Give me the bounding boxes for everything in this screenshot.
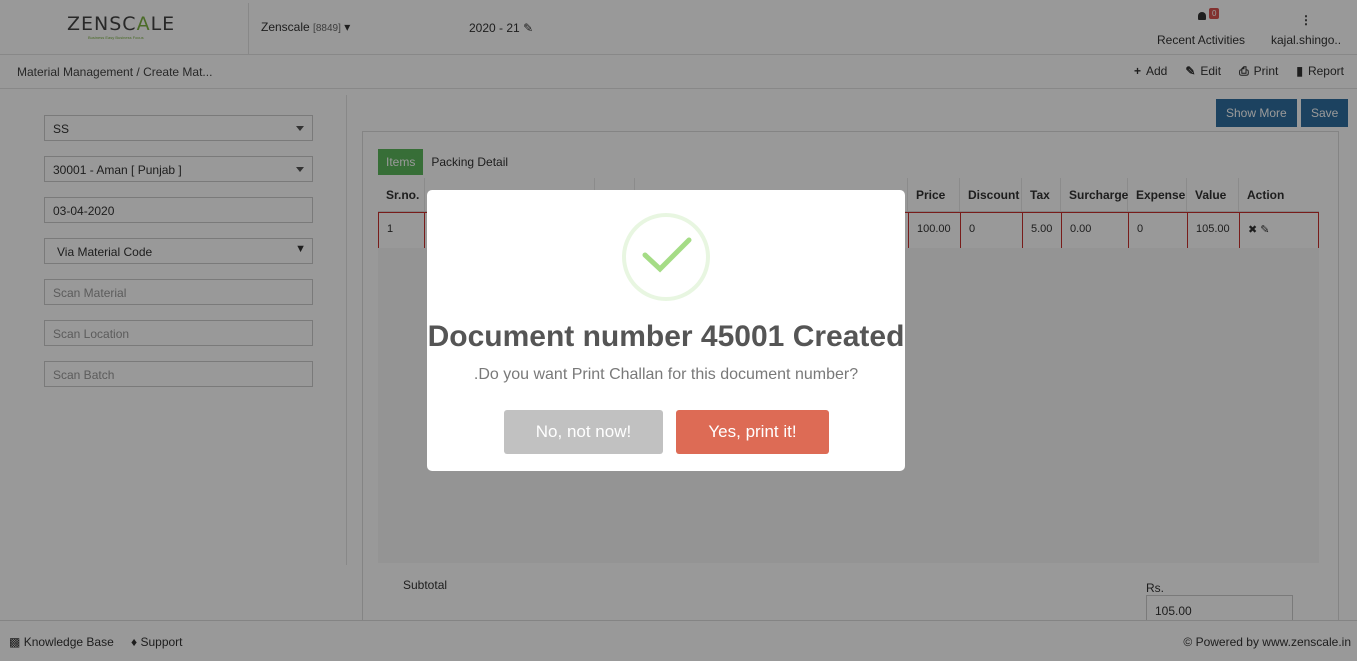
dialog-title: Document number 45001 Created	[427, 320, 905, 353]
success-icon	[622, 213, 710, 301]
checkmark-icon	[642, 237, 692, 273]
dialog-message: .Do you want Print Challan for this docu…	[473, 366, 859, 383]
confirm-print-button[interactable]: Yes, print it!	[676, 410, 829, 454]
cancel-button[interactable]: No, not now!	[504, 410, 663, 454]
confirmation-dialog: Document number 45001 Created .Do you wa…	[427, 190, 905, 471]
